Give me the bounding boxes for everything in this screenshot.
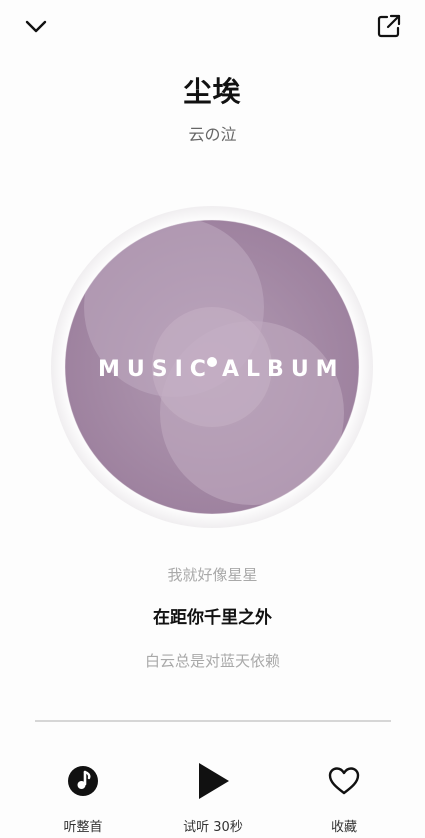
preview-button[interactable]: 试听 30秒 (158, 752, 268, 835)
play-icon (199, 763, 229, 799)
song-title: 尘埃 (183, 75, 242, 108)
full-song-button[interactable]: 听整首 (28, 752, 138, 835)
top-bar (0, 8, 425, 48)
preview-label: 试听 30秒 (183, 820, 243, 835)
collapse-button[interactable] (18, 8, 54, 44)
lyric-current-line: 在距你千里之外 (153, 608, 272, 628)
player-screen: 尘埃 云の泣 MUSIC ALBUM 我就好像星星 在距你千里之外 白云总是对蓝… (0, 0, 425, 838)
full-song-label: 听整首 (63, 820, 103, 835)
music-note-icon (68, 766, 98, 796)
favorite-label: 收藏 (330, 820, 357, 835)
song-artist: 云の泣 (188, 125, 237, 144)
favorite-button[interactable]: 收藏 (289, 752, 399, 835)
share-button[interactable] (371, 8, 407, 44)
lyric-next-line: 白云总是对蓝天依赖 (144, 652, 280, 670)
bottom-actions: 听整首 试听 30秒 收藏 (0, 752, 425, 838)
share-external-icon (377, 14, 401, 38)
lyric-previous-line: 我就好像星星 (167, 566, 258, 584)
cover-dot (207, 357, 217, 367)
cover-text-left: MUSIC (98, 357, 213, 382)
heart-icon (328, 767, 360, 795)
album-disc: MUSIC ALBUM (50, 205, 374, 529)
album-cover: MUSIC ALBUM (51, 206, 373, 528)
chevron-down-icon (25, 20, 47, 33)
cover-text-right: ALBUM (222, 357, 345, 382)
progress-bar[interactable] (35, 720, 391, 722)
